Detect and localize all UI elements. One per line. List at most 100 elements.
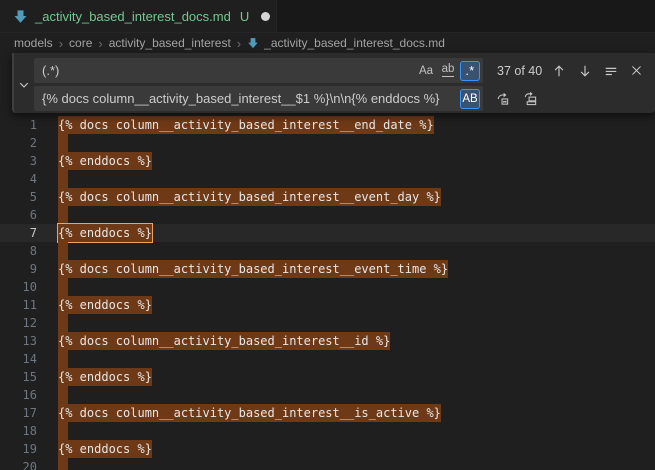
match-text: {% docs column__activity_based_interest_… <box>58 116 434 134</box>
match-text: {% enddocs %} <box>58 368 152 386</box>
arrow-up-icon <box>552 64 566 78</box>
line-number[interactable]: 1 <box>0 116 37 134</box>
line-number[interactable]: 10 <box>0 278 37 296</box>
breadcrumb-item-models[interactable]: models <box>14 36 53 50</box>
close-icon <box>630 64 643 77</box>
code-line[interactable]: 6 <box>0 206 655 224</box>
chevron-down-icon <box>18 79 30 91</box>
breadcrumb-file-label: _activity_based_interest_docs.md <box>264 36 445 50</box>
empty-match-highlight <box>58 314 68 332</box>
markdown-icon <box>13 9 28 24</box>
match-text: {% docs column__activity_based_interest_… <box>58 332 390 350</box>
line-number[interactable]: 15 <box>0 368 37 386</box>
empty-match-highlight <box>58 458 68 470</box>
find-value: (.*) <box>42 63 414 78</box>
code-line[interactable]: 8 <box>0 242 655 260</box>
line-number[interactable]: 3 <box>0 152 37 170</box>
code-line[interactable]: 1 {% docs column__activity_based_interest… <box>0 116 655 134</box>
empty-match-highlight <box>58 170 68 188</box>
tab-bar: _activity_based_interest_docs.md U <box>0 0 655 33</box>
code-line[interactable]: 3{% enddocs %} <box>0 152 655 170</box>
chevron-right-icon: › <box>237 36 241 51</box>
code-line[interactable]: 20 <box>0 458 655 470</box>
replace-icon <box>495 91 510 106</box>
close-find-button[interactable] <box>626 60 647 81</box>
git-status-badge: U <box>240 9 249 24</box>
match-text: {% docs column__activity_based_interest_… <box>58 404 441 422</box>
markdown-icon <box>247 37 259 49</box>
line-number[interactable]: 6 <box>0 206 37 224</box>
line-number[interactable]: 9 <box>0 260 37 278</box>
regex-icon: .* <box>465 64 474 78</box>
unsaved-changes-dot[interactable] <box>261 7 270 25</box>
line-number[interactable]: 20 <box>0 458 37 470</box>
empty-match-highlight <box>58 422 68 440</box>
code-line[interactable]: 5{% docs column__activity_based_interest… <box>0 188 655 206</box>
breadcrumb-item-folder[interactable]: activity_based_interest <box>109 36 231 50</box>
next-match-button[interactable] <box>574 60 595 81</box>
arrow-down-icon <box>578 64 592 78</box>
line-number[interactable]: 5 <box>0 188 37 206</box>
tab-active[interactable]: _activity_based_interest_docs.md U <box>0 0 277 32</box>
code-line[interactable]: 11 {% enddocs %} <box>0 296 655 314</box>
chevron-right-icon: › <box>59 36 63 51</box>
line-number[interactable]: 19 <box>0 440 37 458</box>
chevron-right-icon: › <box>98 36 102 51</box>
empty-match-highlight <box>58 386 68 404</box>
code-line[interactable]: 15 {% enddocs %} <box>0 368 655 386</box>
replace-input[interactable]: {% docs column__activity_based_interest_… <box>34 86 483 111</box>
code-line[interactable]: 10 <box>0 278 655 296</box>
current-match-text: {% enddocs %} <box>58 224 152 242</box>
toggle-replace-chevron[interactable] <box>14 58 34 111</box>
find-row: (.*) Aa ab .* 37 of 40 <box>34 58 649 83</box>
whole-word-button[interactable]: ab <box>438 61 458 81</box>
line-number[interactable]: 2 <box>0 134 37 152</box>
line-number[interactable]: 12 <box>0 314 37 332</box>
code-line[interactable]: 13 {% docs column__activity_based_interes… <box>0 332 655 350</box>
line-number[interactable]: 14 <box>0 350 37 368</box>
code-line[interactable]: 4 <box>0 170 655 188</box>
editor[interactable]: 1 {% docs column__activity_based_interest… <box>0 53 655 470</box>
code-line[interactable]: 9{% docs column__activity_based_interest… <box>0 260 655 278</box>
breadcrumb-item-file[interactable]: _activity_based_interest_docs.md <box>247 36 445 50</box>
find-widget: (.*) Aa ab .* 37 of 40 <box>12 53 655 113</box>
code-lines: 1 {% docs column__activity_based_interest… <box>0 116 655 470</box>
replace-all-button[interactable] <box>520 88 541 109</box>
code-line[interactable]: 17 {% docs column__activity_based_interes… <box>0 404 655 422</box>
replace-button[interactable] <box>492 88 513 109</box>
find-nav-buttons <box>548 60 649 81</box>
code-line[interactable]: 7 {% enddocs %} <box>0 224 655 242</box>
find-in-selection-button[interactable] <box>600 60 621 81</box>
code-line[interactable]: 14 <box>0 350 655 368</box>
replace-row: {% docs column__activity_based_interest_… <box>34 86 649 111</box>
empty-match-highlight <box>58 278 68 296</box>
line-number[interactable]: 13 <box>0 332 37 350</box>
line-number[interactable]: 17 <box>0 404 37 422</box>
match-text: {% enddocs %} <box>58 296 152 314</box>
match-case-button[interactable]: Aa <box>416 61 436 81</box>
preserve-case-icon: AB <box>462 93 477 105</box>
empty-match-highlight <box>58 242 68 260</box>
match-text: {% enddocs %} <box>58 440 152 458</box>
previous-match-button[interactable] <box>548 60 569 81</box>
code-line[interactable]: 2 <box>0 134 655 152</box>
regex-button[interactable]: .* <box>460 61 480 81</box>
code-line[interactable]: 19 {% enddocs %} <box>0 440 655 458</box>
tab-filename: _activity_based_interest_docs.md <box>35 9 231 24</box>
line-number[interactable]: 18 <box>0 422 37 440</box>
line-number[interactable]: 16 <box>0 386 37 404</box>
breadcrumb: models › core › activity_based_interest … <box>0 33 655 53</box>
line-number[interactable]: 4 <box>0 170 37 188</box>
breadcrumb-item-core[interactable]: core <box>69 36 92 50</box>
code-line[interactable]: 16 <box>0 386 655 404</box>
replace-action-buttons <box>492 88 541 109</box>
replace-value: {% docs column__activity_based_interest_… <box>42 91 458 106</box>
code-line[interactable]: 18 <box>0 422 655 440</box>
line-number[interactable]: 7 <box>0 224 37 242</box>
line-number[interactable]: 8 <box>0 242 37 260</box>
empty-match-highlight <box>58 134 68 152</box>
line-number[interactable]: 11 <box>0 296 37 314</box>
find-input[interactable]: (.*) Aa ab .* <box>34 58 483 83</box>
preserve-case-button[interactable]: AB <box>460 89 480 109</box>
code-line[interactable]: 12 <box>0 314 655 332</box>
